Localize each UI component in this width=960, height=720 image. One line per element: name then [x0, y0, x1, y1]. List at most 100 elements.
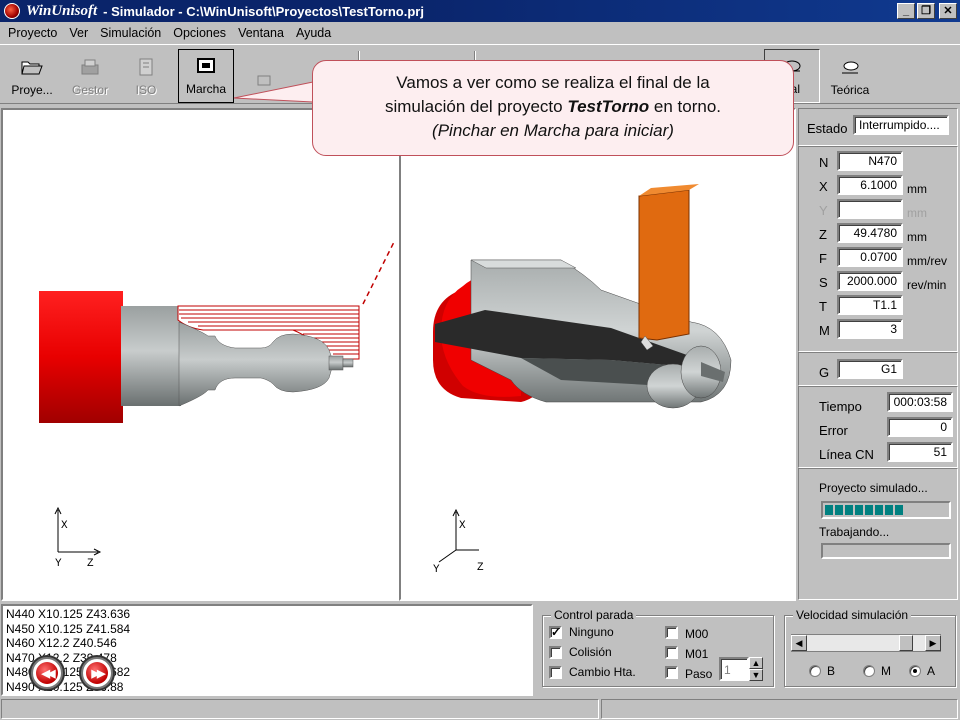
- code-line[interactable]: N450 X10.125 Z41.584: [6, 622, 528, 637]
- speed-m-radio[interactable]: [863, 665, 875, 677]
- fast-forward-button[interactable]: ▶▶: [81, 657, 113, 689]
- menu-ventana[interactable]: Ventana: [232, 26, 290, 40]
- teorica-label: Teórica: [830, 83, 870, 97]
- speed-slider-track[interactable]: [791, 634, 941, 652]
- estado-group: Estado Interrumpido....: [798, 108, 958, 146]
- speed-slider-thumb[interactable]: [899, 635, 913, 651]
- menu-ver[interactable]: Ver: [63, 26, 94, 40]
- axis-x-label: X: [61, 520, 68, 532]
- teorica-view-button[interactable]: Teórica: [822, 49, 878, 103]
- menu-bar: Proyecto Ver Simulación Opciones Ventana…: [0, 22, 960, 43]
- maximize-button[interactable]: ❐: [917, 3, 935, 19]
- callout-line-1: Vamos a ver como se realiza el final de …: [396, 73, 710, 92]
- paso-down-button[interactable]: ▼: [749, 669, 763, 681]
- callout-line-2: simulación del proyecto TestTorno en tor…: [384, 97, 722, 116]
- error-label: Error: [819, 423, 848, 438]
- marcha-button[interactable]: Marcha: [178, 49, 234, 103]
- speed-a-radio[interactable]: [909, 665, 921, 677]
- fast-forward-icon: ▶▶: [86, 662, 108, 684]
- m01-label: M01: [685, 647, 709, 661]
- estado-label: Estado: [807, 121, 848, 136]
- x-label: X: [819, 179, 828, 194]
- f-field: 0.0700: [837, 247, 903, 267]
- paso-up-button[interactable]: ▲: [749, 657, 763, 669]
- iso-label: ISO: [135, 83, 157, 97]
- status-bar-secondary: [601, 699, 958, 719]
- instruction-callout: Vamos a ver como se realiza el final de …: [312, 60, 794, 156]
- m-label: M: [819, 323, 830, 338]
- close-button[interactable]: ✕: [939, 3, 957, 19]
- window-title: - Simulador - C:\WinUnisoft\Proyectos\Te…: [103, 3, 424, 19]
- minimize-button[interactable]: _: [897, 3, 915, 19]
- linea-field: 51: [887, 442, 953, 462]
- estado-field: Interrumpido....: [853, 115, 949, 135]
- tool-trajectory: [362, 239, 396, 305]
- gestor-label: Gestor: [71, 83, 108, 97]
- colision-checkbox[interactable]: [549, 646, 562, 659]
- axis-z-label: Z: [87, 558, 94, 570]
- play-icon: [195, 56, 217, 76]
- s-unit: rev/min: [907, 278, 947, 292]
- speed-m-label: M: [881, 664, 891, 678]
- app-icon[interactable]: [4, 3, 20, 19]
- paso-input[interactable]: 1: [719, 657, 749, 681]
- project-progress-bar: [821, 501, 951, 519]
- simulation-view-3d[interactable]: X Y Z: [399, 108, 796, 601]
- workpiece-body: [121, 306, 181, 406]
- speed-b-label: B: [827, 664, 836, 678]
- m-field: 3: [837, 319, 903, 339]
- m00-checkbox[interactable]: [665, 626, 678, 639]
- axis-y-label: Y: [55, 558, 62, 570]
- speed-left-button[interactable]: ◀: [791, 635, 807, 651]
- gestor-icon: [79, 57, 101, 77]
- menu-opciones[interactable]: Opciones: [167, 26, 232, 40]
- code-line[interactable]: N460 X12.2 Z40.546: [6, 636, 528, 651]
- code-line[interactable]: N440 X10.125 Z43.636: [6, 607, 528, 622]
- menu-ayuda[interactable]: Ayuda: [290, 26, 337, 40]
- colision-label: Colisión: [569, 645, 612, 659]
- time-group: Tiempo 000:03:58 Error 0 Línea CN 51: [798, 386, 958, 468]
- menu-proyecto[interactable]: Proyecto: [2, 26, 63, 40]
- x-field: 6.1000: [837, 175, 903, 195]
- g-label: G: [819, 365, 830, 380]
- z-label: Z: [819, 227, 827, 242]
- app-brand: WinUnisoft: [26, 2, 98, 19]
- simulation-view-2d[interactable]: X Y Z: [1, 108, 399, 601]
- gestor-button[interactable]: Gestor: [62, 49, 118, 103]
- iso-button[interactable]: ISO: [118, 49, 174, 103]
- s-field: 2000.000: [837, 271, 903, 291]
- speed-right-button[interactable]: ▶: [925, 635, 941, 651]
- proyecto-label: Proye...: [11, 83, 53, 97]
- axis-gizmo-3d: [438, 508, 479, 563]
- proyecto-button[interactable]: Proye...: [4, 49, 60, 103]
- cnc-code-list[interactable]: N440 X10.125 Z43.636 N450 X10.125 Z41.58…: [1, 604, 533, 696]
- velocidad-title: Velocidad simulación: [793, 608, 912, 622]
- work-progress-bar: [821, 543, 951, 559]
- menu-simulacion[interactable]: Simulación: [94, 26, 167, 40]
- paso-checkbox[interactable]: [665, 666, 678, 679]
- rewind-button[interactable]: ◀◀: [31, 657, 63, 689]
- coordinates-group: N N470 X 6.1000 mm Y mm Z 49.4780 mm F 0…: [798, 146, 958, 352]
- trabajando-label: Trabajando...: [819, 525, 890, 539]
- ninguno-checkbox[interactable]: ✓: [549, 626, 562, 639]
- progress-group: Proyecto simulado... Trabajando...: [798, 468, 958, 600]
- t-label: T: [819, 299, 827, 314]
- cutting-tool: [638, 189, 690, 341]
- t-field: T1.1: [837, 295, 903, 315]
- speed-a-label: A: [927, 664, 936, 678]
- m01-checkbox[interactable]: [665, 646, 678, 659]
- lathe-3d-drawing: X Y Z: [433, 184, 732, 576]
- x-unit: mm: [907, 182, 927, 196]
- n-field: N470: [837, 151, 903, 171]
- axis-x-label-3d: X: [459, 520, 466, 532]
- g-group: G G1: [798, 352, 958, 386]
- axis-y-label-3d: Y: [433, 564, 440, 576]
- tiempo-label: Tiempo: [819, 399, 862, 414]
- cambio-hta-checkbox[interactable]: [549, 666, 562, 679]
- n-label: N: [819, 155, 829, 170]
- error-field: 0: [887, 417, 953, 437]
- speed-b-radio[interactable]: [809, 665, 821, 677]
- lathe-2d-drawing: X Y Z: [39, 239, 396, 570]
- lathe-theory-icon: [839, 57, 861, 77]
- proyecto-simulado-label: Proyecto simulado...: [819, 481, 928, 495]
